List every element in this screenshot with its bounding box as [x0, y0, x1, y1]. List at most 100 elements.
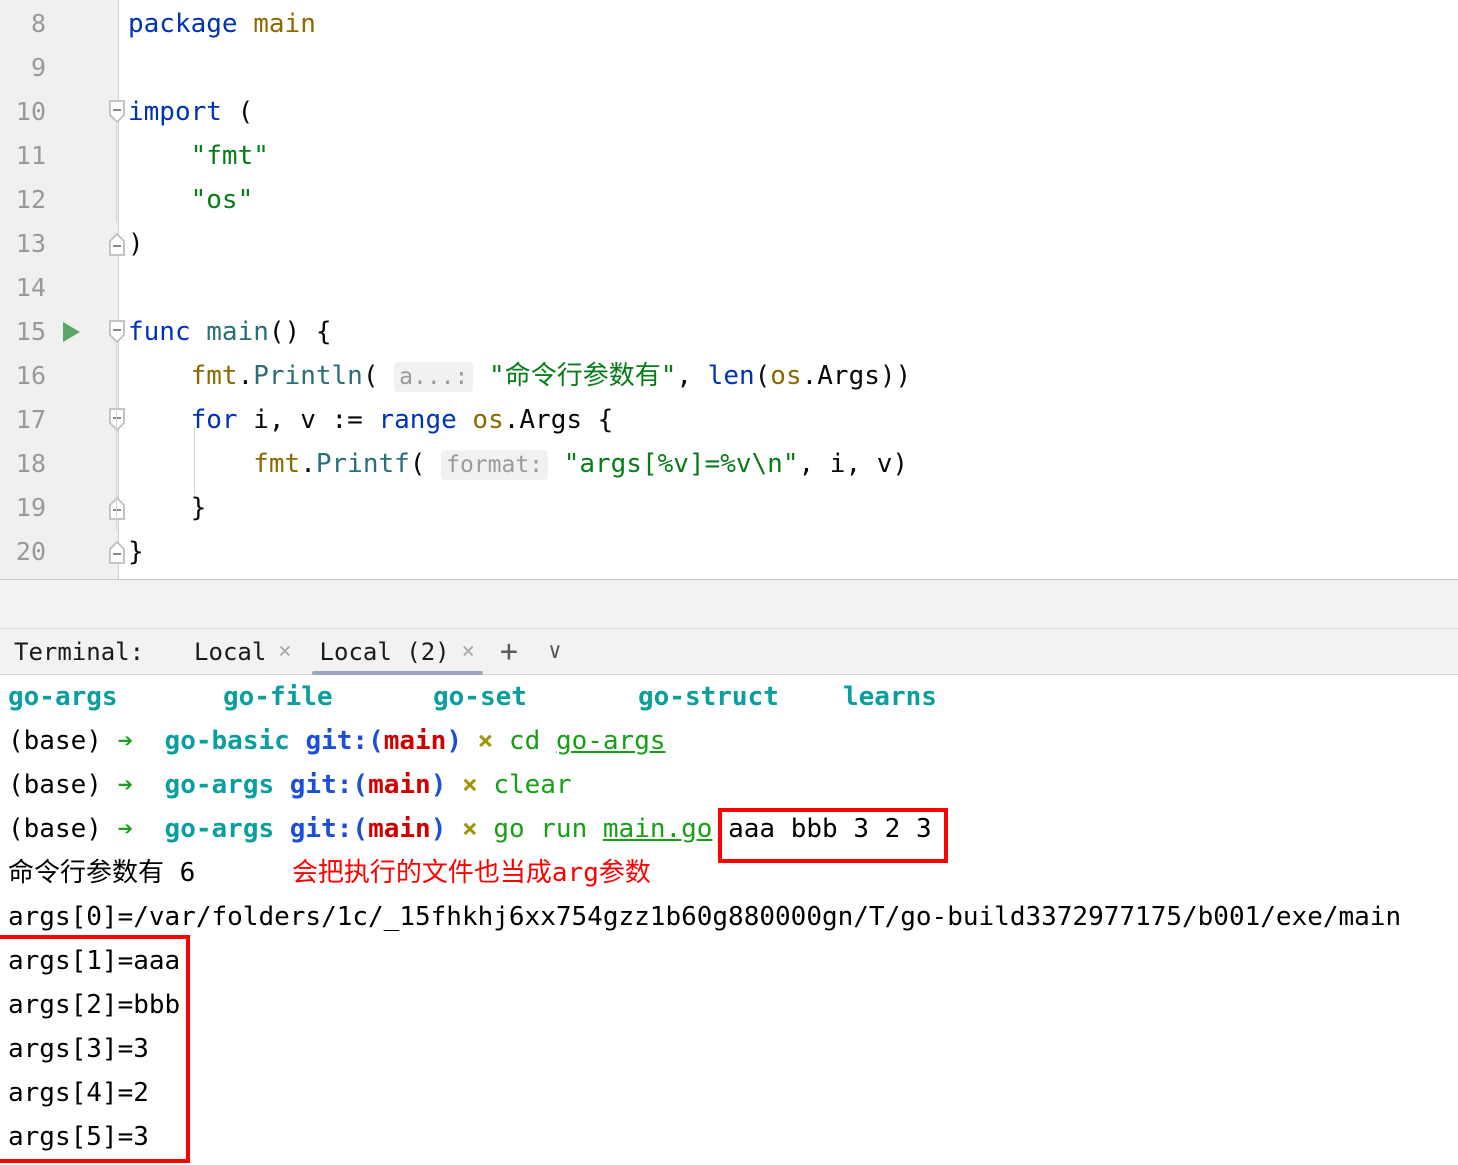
prompt-dirty-icon: ×: [477, 726, 494, 756]
terminal-output-arg-line: args[0]=/var/folders/1c/_15fhkhj6xx754gz…: [8, 895, 1401, 939]
code-token: (: [409, 449, 442, 479]
terminal-tab-label: Local: [194, 637, 267, 666]
line-number: 19: [15, 493, 46, 522]
output-arg-text: args[5]=3: [8, 1122, 149, 1152]
terminal-output-arg-line: args[5]=3: [8, 1115, 149, 1159]
terminal-prompt-line: (base) ➔ go-basic git:(main) × cd go-arg…: [8, 719, 666, 763]
code-line: 9: [0, 46, 1458, 90]
code-token: "命令行参数有": [489, 361, 677, 391]
editor-tool-strip: [0, 580, 1458, 629]
terminal-command-extra-args: aaa bbb 3 2 3: [728, 814, 932, 844]
line-number: 8: [30, 9, 46, 38]
code-token: for: [190, 405, 238, 435]
code-line: 17 for i, v := range os.Args {: [0, 398, 1458, 442]
code-token: , i, v): [798, 449, 909, 479]
code-token: range: [378, 405, 457, 435]
parameter-hint: a...:: [394, 362, 474, 392]
code-token: .: [237, 361, 254, 391]
parameter-hint: format:: [441, 450, 549, 480]
terminal-output-arg-line: args[1]=aaa: [8, 939, 180, 983]
prompt-git-paren-open: (: [352, 814, 369, 844]
prompt-dirty-icon: ×: [462, 814, 478, 844]
code-line: 10 import (: [0, 90, 1458, 134]
directory-entry[interactable]: learns: [843, 675, 937, 719]
fold-collapse-icon[interactable]: [106, 319, 128, 345]
terminal-prompt-line: (base) ➔ go-args git:(main) × go run mai…: [8, 807, 932, 851]
code-token: }: [128, 537, 144, 567]
output-arg-text: args[0]=/var/folders/1c/_15fhkhj6xx754gz…: [8, 902, 1402, 932]
code-token: (: [221, 97, 254, 127]
directory-entry[interactable]: go-file: [223, 675, 333, 719]
line-number: 14: [15, 273, 46, 302]
fold-end-icon[interactable]: [106, 495, 128, 521]
code-text: fmt.Println( a...: "命令行参数有", len(os.Args…: [128, 354, 911, 399]
annotation-note-text: 会把执行的文件也当成arg参数: [229, 858, 651, 888]
line-number: 12: [15, 185, 46, 214]
fold-collapse-icon[interactable]: [106, 407, 128, 433]
terminal-output-area[interactable]: go-args go-file go-set go-struct learns (base…: [0, 675, 1458, 1165]
code-line: 13): [0, 222, 1458, 266]
terminal-prompt-line: (base) ➔ go-args git:(main) × clear: [8, 763, 572, 807]
prompt-arrow-icon: ➔: [117, 814, 134, 844]
terminal-tab-local-2[interactable]: Local (2) ×: [306, 629, 489, 675]
code-token: fmt: [190, 361, 238, 391]
fold-end-icon[interactable]: [106, 539, 128, 565]
editor-bottom-border: [0, 579, 1458, 580]
prompt-cwd: go-args: [164, 814, 290, 844]
terminal-tab-label: Local (2): [319, 637, 450, 666]
code-text: func main() {: [128, 310, 332, 354]
code-line: 15 func main() {: [0, 310, 1458, 354]
code-token: }: [128, 493, 207, 523]
fold-end-icon[interactable]: [106, 231, 128, 257]
directory-entry[interactable]: go-args: [8, 675, 118, 719]
code-token: func: [128, 317, 191, 347]
prompt-git-branch: main: [368, 814, 431, 844]
prompt-arrow-icon: ➔: [117, 726, 134, 756]
line-number: 13: [15, 229, 46, 258]
code-token: Println: [253, 361, 363, 391]
directory-entry[interactable]: go-struct: [638, 675, 779, 719]
code-token: main: [253, 9, 316, 39]
close-icon[interactable]: ×: [278, 639, 291, 664]
chevron-down-icon[interactable]: ∨: [535, 629, 575, 675]
line-number: 18: [15, 449, 46, 478]
terminal-tab-local[interactable]: Local ×: [180, 629, 306, 675]
terminal-output-count-line: 命令行参数有 6 会把执行的文件也当成arg参数: [8, 851, 651, 895]
run-play-icon[interactable]: [60, 320, 82, 344]
line-number: 15: [15, 317, 46, 346]
terminal-panel-label: Terminal:: [14, 637, 145, 666]
prompt-env: (base): [8, 726, 118, 756]
code-token: .: [300, 449, 316, 479]
fold-collapse-icon[interactable]: [106, 99, 128, 125]
line-number: 20: [15, 537, 46, 566]
prompt-git-branch: main: [383, 726, 447, 756]
code-token: () {: [268, 317, 332, 347]
code-text: import (: [128, 90, 253, 134]
prompt-cwd: go-args: [164, 770, 290, 800]
code-token: import: [128, 97, 222, 127]
terminal-command-arg: main.go: [602, 814, 713, 844]
output-arg-text: args[2]=bbb: [8, 990, 181, 1020]
plus-icon[interactable]: +: [489, 629, 529, 675]
code-text: ): [128, 222, 144, 266]
terminal-command-arg: go-args: [555, 726, 666, 756]
code-token: package: [128, 9, 254, 39]
directory-entry[interactable]: go-set: [433, 675, 527, 719]
code-text: }: [128, 530, 144, 574]
code-token: i, v :=: [237, 405, 379, 435]
prompt-git-paren-open: (: [368, 726, 384, 756]
code-line: 16 fmt.Println( a...: "命令行参数有", len(os.A…: [0, 354, 1458, 398]
close-icon[interactable]: ×: [462, 639, 475, 664]
code-editor[interactable]: 8 package main 9 10 import (11 "fmt" 12 "os" 1…: [0, 0, 1458, 580]
prompt-arrow-icon: ➔: [117, 770, 134, 800]
terminal-tab-bar[interactable]: Terminal: Local × Local (2) × + ∨: [0, 629, 1458, 675]
